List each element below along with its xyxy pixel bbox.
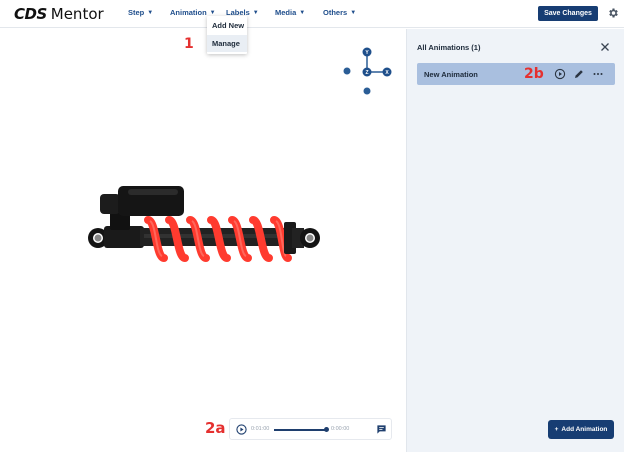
more-icon[interactable] (592, 68, 604, 80)
save-changes-button[interactable]: Save Changes (538, 6, 598, 21)
chevron-down-icon: ▼ (350, 9, 357, 16)
axis-gizmo[interactable]: Y Z X (340, 46, 396, 98)
nav-others[interactable]: Others ▼ (323, 8, 356, 17)
add-animation-button[interactable]: + Add Animation (548, 420, 614, 439)
nav-animation-label: Animation (170, 8, 207, 17)
plus-icon: + (554, 426, 559, 433)
menu-item-add-new[interactable]: Add New (207, 17, 247, 34)
step-marker-1: 1 (184, 36, 194, 52)
edit-icon[interactable] (573, 68, 585, 80)
logo-name: Mentor (50, 5, 104, 23)
comment-icon[interactable] (376, 424, 387, 435)
player-time-total: 0:00:00 (331, 426, 350, 432)
player-time-current: 0:01:00 (251, 426, 270, 432)
nav-step[interactable]: Step ▼ (128, 8, 153, 17)
animations-panel: All Animations (1) New Animation 2b + Ad… (406, 29, 624, 452)
chevron-down-icon: ▼ (299, 9, 306, 16)
nav-media-label: Media (275, 8, 297, 17)
top-bar: CDS Mentor Step ▼ Animation ▼ Labels ▼ M… (0, 0, 624, 28)
axis-z-label: Z (365, 70, 368, 76)
nav-step-label: Step (128, 8, 145, 17)
play-icon[interactable] (236, 424, 247, 435)
nav-media[interactable]: Media ▼ (275, 8, 305, 17)
nav-others-label: Others (323, 8, 348, 17)
chevron-down-icon: ▼ (147, 9, 154, 16)
gear-icon[interactable] (607, 7, 619, 19)
animation-dropdown-menu: Add New Manage (207, 16, 247, 54)
step-marker-2b: 2b (524, 66, 544, 82)
panel-title: All Animations (1) (417, 43, 481, 52)
play-icon[interactable] (554, 68, 566, 80)
menu-item-manage[interactable]: Manage (207, 35, 247, 52)
shock-absorber-model[interactable] (84, 184, 324, 264)
logo-mark: CDS (14, 5, 47, 23)
add-animation-label: Add Animation (561, 426, 608, 433)
close-icon[interactable] (600, 42, 610, 52)
animation-player: 0:01:00 0:00:00 (229, 418, 392, 440)
animation-list-item[interactable]: New Animation 2b (417, 63, 615, 85)
app-logo: CDS Mentor (14, 5, 104, 23)
animation-name: New Animation (424, 70, 478, 79)
player-timeline[interactable] (274, 429, 326, 431)
player-timeline-handle[interactable] (324, 427, 329, 432)
axis-bottom-dot (363, 87, 371, 95)
chevron-down-icon: ▼ (209, 9, 216, 16)
axis-left-dot (343, 67, 351, 75)
chevron-down-icon: ▼ (252, 9, 259, 16)
step-marker-2a: 2a (205, 419, 226, 437)
